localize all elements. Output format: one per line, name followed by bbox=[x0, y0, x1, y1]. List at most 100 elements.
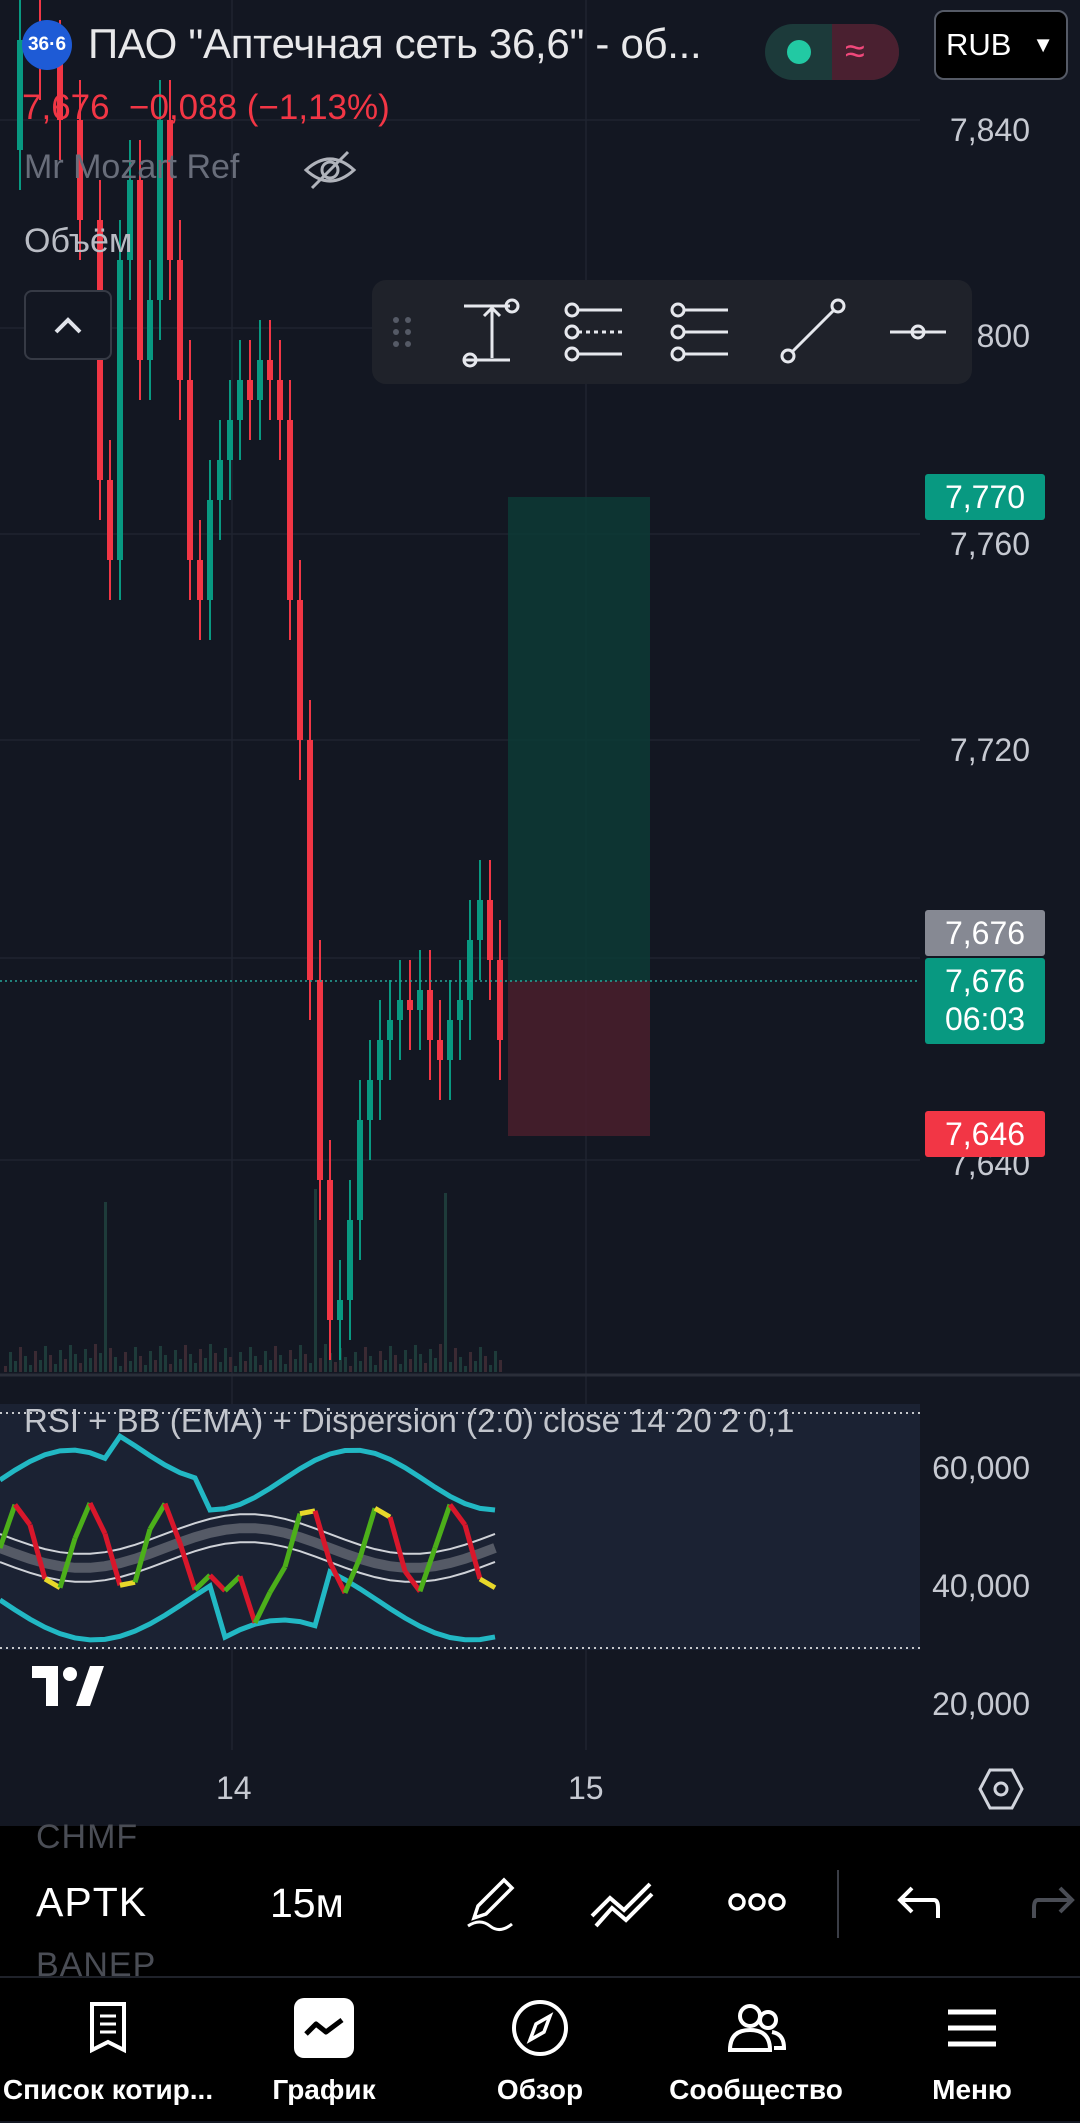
volume-bars bbox=[4, 1189, 502, 1372]
price-quote: 7,676 −0,088 (−1,13%) bbox=[22, 88, 390, 128]
current-symbol[interactable]: APTK bbox=[36, 1879, 147, 1926]
volume-bar bbox=[14, 1361, 17, 1372]
volume-bar bbox=[219, 1362, 222, 1372]
candle-body bbox=[237, 380, 243, 420]
volume-bar bbox=[144, 1365, 147, 1372]
volume-bar bbox=[19, 1347, 22, 1372]
volume-bar bbox=[234, 1366, 237, 1372]
volume-bar bbox=[34, 1351, 37, 1372]
candle-body bbox=[487, 900, 493, 960]
nav-label: Список котир... bbox=[2, 2074, 214, 2105]
volume-bar bbox=[249, 1347, 252, 1372]
volume-bar bbox=[64, 1359, 67, 1372]
volume-bar bbox=[59, 1350, 62, 1372]
candle-body bbox=[277, 380, 283, 420]
volume-bar bbox=[94, 1344, 97, 1372]
volume-legend[interactable]: Объём bbox=[24, 222, 132, 261]
volume-bar bbox=[414, 1345, 417, 1372]
rsi-axis-label: 20,000 bbox=[932, 1686, 1030, 1722]
price-range-tool-icon bbox=[462, 298, 520, 368]
price-chart[interactable] bbox=[0, 0, 1080, 1826]
interval-select[interactable]: 15м bbox=[270, 1880, 344, 1927]
candle-body bbox=[477, 900, 483, 940]
price-axis-label: 800 bbox=[976, 318, 1030, 354]
nav-watchlist[interactable]: Список котир... bbox=[0, 1978, 216, 2123]
candle-body bbox=[197, 560, 203, 600]
volume-bar bbox=[154, 1360, 157, 1372]
target-price-tag[interactable]: 7,770 bbox=[925, 474, 1045, 520]
volume-bar bbox=[129, 1361, 132, 1372]
volume-bar bbox=[499, 1360, 502, 1372]
candle-body bbox=[147, 300, 153, 360]
volume-bar bbox=[279, 1355, 282, 1372]
nav-menu[interactable]: Меню bbox=[864, 1978, 1080, 2123]
tradingview-logo bbox=[32, 1666, 104, 1706]
current-price-tag: 7,676 06:03 bbox=[925, 958, 1045, 1044]
indicator-legend[interactable]: Mr Mozart Ref bbox=[24, 148, 239, 187]
last-price: 7,676 bbox=[22, 88, 110, 127]
volume-bar bbox=[99, 1353, 102, 1372]
redo-icon[interactable] bbox=[1030, 1878, 1080, 1928]
volume-bar bbox=[454, 1348, 457, 1372]
volume-bar bbox=[449, 1362, 452, 1372]
volume-bar bbox=[374, 1365, 377, 1372]
chart-settings-icon[interactable] bbox=[978, 1766, 1024, 1812]
wave-icon: ≈ bbox=[845, 30, 865, 71]
undo-icon[interactable] bbox=[892, 1878, 942, 1928]
volume-bar bbox=[184, 1345, 187, 1372]
candle-body bbox=[177, 260, 183, 380]
candle-body bbox=[427, 990, 433, 1040]
price-change: −0,088 (−1,13%) bbox=[129, 88, 390, 127]
candle-body bbox=[217, 460, 223, 500]
volume-bar bbox=[479, 1347, 482, 1372]
volume-bar bbox=[294, 1359, 297, 1372]
market-status-toggle[interactable]: ≈ bbox=[765, 24, 899, 80]
volume-bar bbox=[204, 1358, 207, 1372]
volume-bar bbox=[314, 1189, 317, 1372]
nav-explore[interactable]: Обзор bbox=[432, 1978, 648, 2123]
current-price-value: 7,676 bbox=[944, 963, 1026, 999]
nav-label: Обзор bbox=[496, 2074, 584, 2105]
candle-body bbox=[467, 940, 473, 1000]
compass-icon bbox=[512, 2000, 568, 2056]
rsi-segment bbox=[299, 1508, 316, 1517]
candle-body bbox=[317, 980, 323, 1180]
currency-select[interactable]: RUB ▼ bbox=[934, 10, 1068, 80]
time-axis-label: 14 bbox=[216, 1770, 252, 1806]
chevron-down-icon: ▼ bbox=[1032, 32, 1054, 57]
volume-bar bbox=[349, 1366, 352, 1372]
volume-bar bbox=[309, 1363, 312, 1372]
volume-bar bbox=[399, 1364, 402, 1372]
stop-price-tag[interactable]: 7,646 bbox=[925, 1111, 1045, 1157]
pencil-draw-icon[interactable] bbox=[460, 1872, 520, 1932]
volume-bar bbox=[379, 1351, 382, 1372]
candle-body bbox=[357, 1120, 363, 1220]
volume-bar bbox=[299, 1345, 302, 1372]
price-axis-label: 7,760 bbox=[949, 526, 1030, 562]
indicators-icon[interactable] bbox=[588, 1872, 658, 1932]
symbol-logo[interactable]: 36·6 bbox=[22, 20, 72, 70]
volume-bar bbox=[54, 1364, 57, 1372]
nav-community[interactable]: Сообщество bbox=[648, 1978, 864, 2123]
symbol-title[interactable]: ПАО "Аптечная сеть 36,6" - об... bbox=[88, 20, 702, 68]
volume-bar bbox=[359, 1361, 362, 1372]
volume-bar bbox=[404, 1350, 407, 1372]
nav-chart[interactable]: График bbox=[216, 1978, 432, 2123]
candle-body bbox=[107, 480, 113, 560]
list-icon bbox=[90, 2002, 126, 2054]
candle-body bbox=[117, 260, 123, 560]
volume-bar bbox=[424, 1363, 427, 1372]
eye-hidden-icon[interactable] bbox=[302, 148, 358, 192]
menu-icon bbox=[948, 2009, 996, 2047]
toolbar-divider bbox=[837, 1870, 839, 1938]
volume-bar bbox=[124, 1352, 127, 1372]
previous-symbol[interactable]: CHMF bbox=[36, 1818, 138, 1857]
volume-bar bbox=[284, 1364, 287, 1372]
more-options-icon[interactable] bbox=[726, 1882, 788, 1922]
collapse-legend-button[interactable] bbox=[24, 290, 112, 360]
candle-body bbox=[307, 740, 313, 980]
chevron-up-icon bbox=[54, 317, 82, 334]
volume-bar bbox=[209, 1344, 212, 1372]
rsi-indicator-legend[interactable]: RSI + BB (EMA) + Dispersion (2.0) close … bbox=[24, 1402, 794, 1440]
volume-bar bbox=[239, 1352, 242, 1372]
